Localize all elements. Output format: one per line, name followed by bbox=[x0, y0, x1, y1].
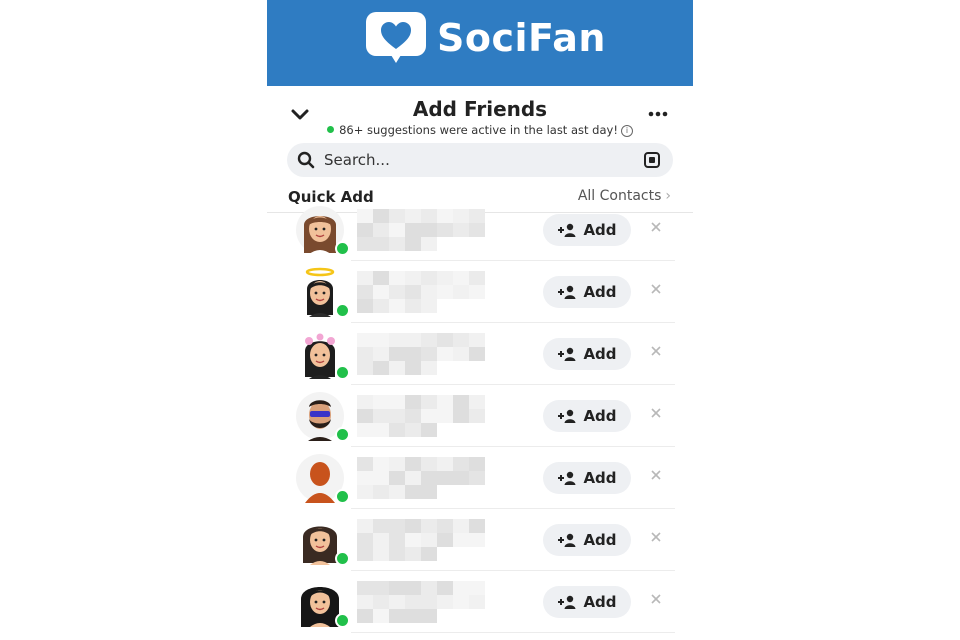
online-status-dot bbox=[335, 551, 350, 566]
dismiss-icon[interactable] bbox=[649, 530, 663, 544]
suggestion-row[interactable]: Add bbox=[267, 571, 693, 633]
add-person-icon bbox=[558, 347, 576, 361]
add-friend-button[interactable]: Add bbox=[543, 586, 631, 618]
add-button-label: Add bbox=[583, 345, 617, 363]
add-button-label: Add bbox=[583, 531, 617, 549]
scan-icon[interactable] bbox=[644, 152, 660, 168]
page-title: Add Friends bbox=[412, 97, 548, 121]
suggestion-row[interactable]: Add bbox=[267, 509, 693, 571]
suggestion-row[interactable]: Add bbox=[267, 447, 693, 509]
active-suggestions-note: 86+ suggestions were active in the last … bbox=[267, 123, 693, 137]
add-button-label: Add bbox=[583, 407, 617, 425]
blurred-name-placeholder bbox=[357, 581, 485, 623]
brand-banner: SociFan bbox=[267, 0, 693, 86]
blurred-name-placeholder bbox=[357, 519, 485, 561]
brand-name: SociFan bbox=[437, 16, 606, 60]
add-button-label: Add bbox=[583, 593, 617, 611]
heart-bubble-logo-icon bbox=[366, 12, 426, 63]
blurred-name-placeholder bbox=[357, 271, 485, 313]
subtitle-text: 86+ suggestions were active in the last … bbox=[339, 123, 618, 137]
online-dot-icon bbox=[327, 126, 335, 133]
add-person-icon bbox=[558, 223, 576, 237]
more-dots-icon[interactable] bbox=[648, 109, 668, 119]
dismiss-icon[interactable] bbox=[649, 592, 663, 606]
blurred-name-placeholder bbox=[357, 209, 485, 251]
online-status-dot bbox=[335, 489, 350, 504]
online-status-dot bbox=[335, 613, 350, 628]
dismiss-icon[interactable] bbox=[649, 344, 663, 358]
add-person-icon bbox=[558, 533, 576, 547]
blurred-name-placeholder bbox=[357, 395, 485, 437]
online-status-dot bbox=[335, 365, 350, 380]
search-input[interactable] bbox=[324, 143, 624, 177]
add-friend-button[interactable]: Add bbox=[543, 524, 631, 556]
info-icon[interactable]: i bbox=[620, 124, 633, 137]
add-button-label: Add bbox=[583, 221, 617, 239]
add-friend-button[interactable]: Add bbox=[543, 338, 631, 370]
dismiss-icon[interactable] bbox=[649, 406, 663, 420]
add-person-icon bbox=[558, 471, 576, 485]
add-button-label: Add bbox=[583, 283, 617, 301]
blurred-name-placeholder bbox=[357, 457, 485, 499]
search-bar[interactable] bbox=[287, 143, 673, 177]
dismiss-icon[interactable] bbox=[649, 282, 663, 296]
online-status-dot bbox=[335, 427, 350, 442]
suggestion-row[interactable]: Add bbox=[267, 323, 693, 385]
add-person-icon bbox=[558, 409, 576, 423]
dismiss-icon[interactable] bbox=[649, 220, 663, 234]
search-icon bbox=[297, 151, 315, 169]
row-divider bbox=[351, 632, 675, 633]
blurred-name-placeholder bbox=[357, 333, 485, 375]
add-friend-button[interactable]: Add bbox=[543, 400, 631, 432]
online-status-dot bbox=[335, 241, 350, 256]
dismiss-icon[interactable] bbox=[649, 468, 663, 482]
add-friend-button[interactable]: Add bbox=[543, 462, 631, 494]
add-button-label: Add bbox=[583, 469, 617, 487]
add-friend-button[interactable]: Add bbox=[543, 276, 631, 308]
online-status-dot bbox=[335, 303, 350, 318]
add-person-icon bbox=[558, 595, 576, 609]
add-person-icon bbox=[558, 285, 576, 299]
suggestion-row[interactable]: Add bbox=[267, 261, 693, 323]
suggestion-row[interactable]: Add bbox=[267, 199, 693, 261]
add-friend-button[interactable]: Add bbox=[543, 214, 631, 246]
app-screen: SociFan Add Friends 86+ suggestions were… bbox=[267, 0, 693, 640]
suggestion-row[interactable]: Add bbox=[267, 385, 693, 447]
